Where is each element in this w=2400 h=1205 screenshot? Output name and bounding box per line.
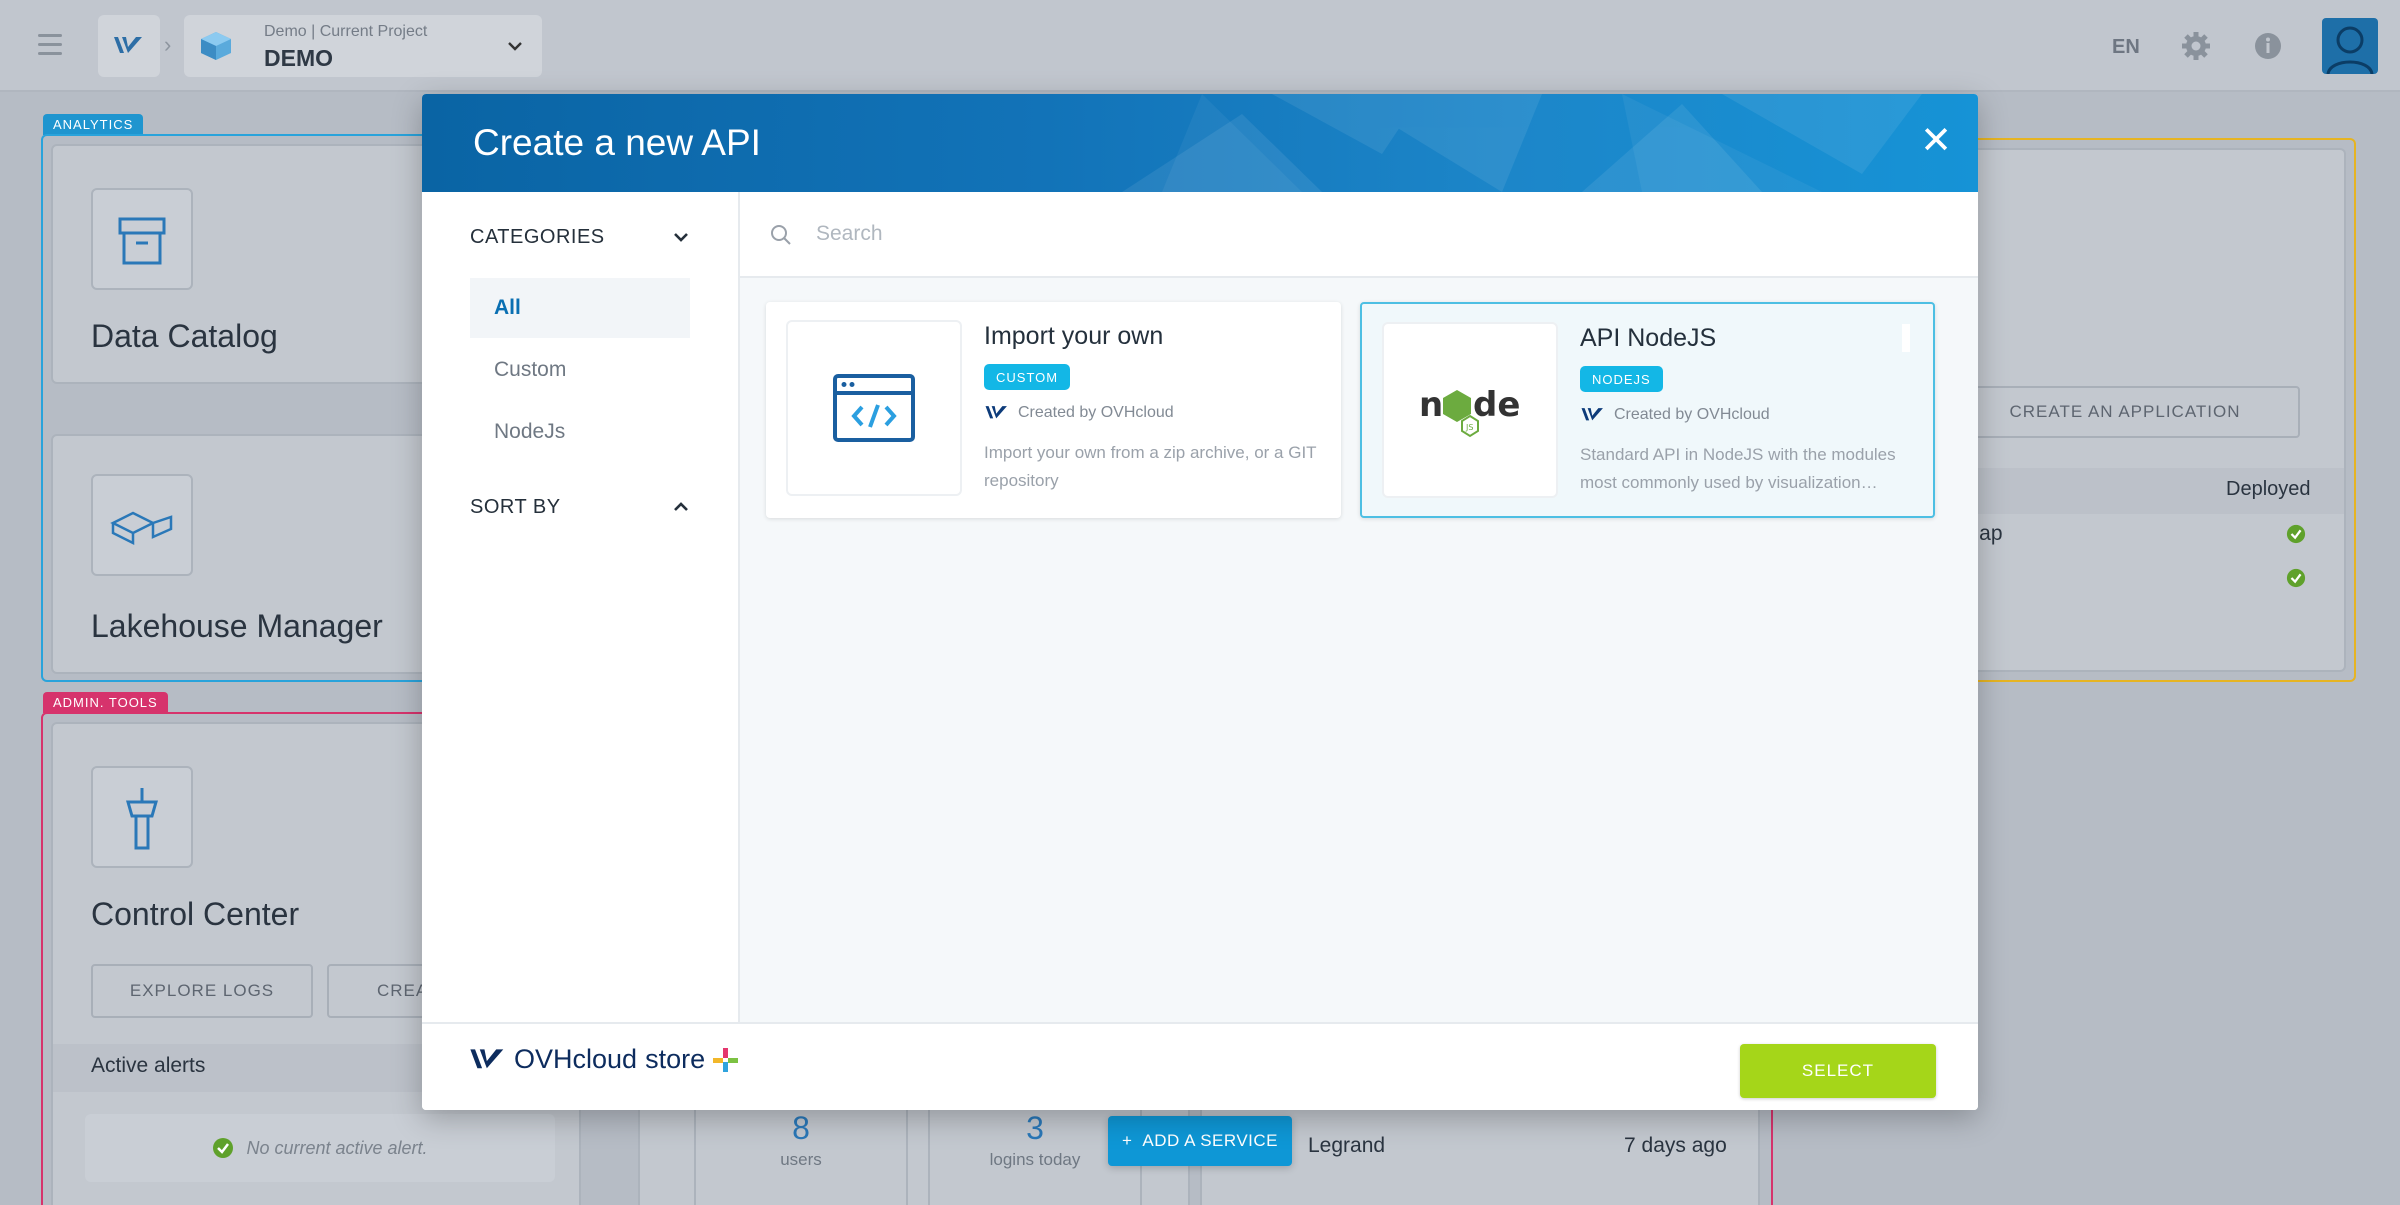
deployed-header: Deployed (2226, 478, 2311, 500)
check-circle-icon (2286, 568, 2306, 588)
card-author: Created by OVHcloud (1580, 406, 1770, 424)
ovh-logo-icon (470, 1048, 504, 1068)
top-bar: › Demo | Current Project DEMO EN (0, 0, 2400, 92)
modal-sidebar: CATEGORIES All Custom NodeJs SORT BY (422, 192, 740, 1022)
category-badge: NODEJS (1580, 366, 1663, 392)
user-icon (2326, 26, 2374, 74)
lakehouse-icon (91, 474, 193, 576)
svg-text:JS: JS (1465, 423, 1473, 432)
card-title: API NodeJS (1580, 324, 1717, 352)
category-custom[interactable]: Custom (470, 340, 690, 400)
search-icon (771, 225, 791, 245)
project-name: DEMO (264, 45, 333, 71)
ovh-logo-button[interactable] (98, 15, 160, 77)
store-word: store (645, 1044, 706, 1074)
ovh-logo-icon (114, 37, 142, 53)
explore-logs-button[interactable]: EXPLORE LOGS (91, 964, 313, 1018)
store-wordmark: OVHcloud store (514, 1044, 705, 1075)
chevron-up-icon[interactable] (672, 498, 690, 516)
applications-card: CREATE AN APPLICATION Deployed t map d (1950, 148, 2346, 672)
category-badge: CUSTOM (984, 364, 1071, 390)
check-circle-icon (2286, 524, 2306, 544)
api-card-import-your-own[interactable]: Import your own CUSTOM Created by OVHclo… (766, 302, 1341, 518)
store-plus-icon (713, 1047, 739, 1072)
svg-text:n: n (1419, 385, 1443, 425)
user-time: 7 days ago (1624, 1134, 1727, 1157)
modal-content: Import your own CUSTOM Created by OVHclo… (740, 192, 1978, 1022)
catalog-icon (91, 188, 193, 290)
api-card-nodejs[interactable]: n de JS API NodeJS NODEJS Created by OVHcl… (1360, 302, 1935, 518)
search-input[interactable] (816, 214, 1916, 254)
no-alert-text: No current active alert. (246, 1137, 428, 1158)
svg-text:de: de (1473, 385, 1520, 425)
create-application-button[interactable]: CREATE AN APPLICATION (1950, 386, 2300, 438)
card-description: Standard API in NodeJS with the modules … (1580, 445, 1896, 492)
ovhcloud-store-logo: OVHcloud store (468, 1044, 739, 1075)
control-tower-icon (91, 766, 193, 868)
check-circle-icon (213, 1138, 234, 1158)
gear-icon[interactable] (2180, 30, 2212, 62)
store-brand: OVHcloud (514, 1044, 638, 1074)
analytics-tag: ANALYTICS (43, 114, 144, 135)
menu-icon[interactable] (38, 34, 62, 56)
breadcrumb-separator-icon: › (164, 32, 172, 57)
users-label: users (780, 1150, 822, 1169)
plus-icon: + (1121, 1131, 1133, 1150)
create-api-modal: Create a new API ✕ CATEGORIES All Custom… (422, 94, 1978, 1110)
nodejs-logo-icon: n de JS (1382, 322, 1558, 498)
info-icon[interactable] (2254, 32, 2282, 60)
data-catalog-title: Data Catalog (91, 318, 278, 354)
cube-icon (201, 32, 231, 60)
language-selector[interactable]: EN (2112, 36, 2140, 59)
card-description: Import your own from a zip archive, or a… (984, 443, 1317, 490)
search-bar (740, 192, 1978, 278)
modal-title: Create a new API (473, 122, 761, 163)
no-alert-box: No current active alert. (85, 1114, 555, 1182)
category-nodejs[interactable]: NodeJs (470, 402, 690, 462)
header-pattern (1122, 94, 1922, 192)
active-alerts-label: Active alerts (91, 1054, 206, 1077)
chevron-down-icon[interactable] (672, 228, 690, 246)
card-author-label: Created by OVHcloud (1614, 406, 1770, 423)
code-window-icon (786, 320, 962, 496)
sort-by-header[interactable]: SORT BY (470, 496, 561, 519)
lakehouse-card[interactable]: Lakehouse Manager (51, 434, 431, 674)
lakehouse-title: Lakehouse Manager (91, 608, 383, 644)
control-center-title: Control Center (91, 896, 300, 932)
modal-footer: OVHcloud store SELECT (422, 1022, 1978, 1110)
project-selector[interactable]: Demo | Current Project DEMO (184, 15, 542, 77)
card-scrollbar[interactable] (1902, 324, 1910, 352)
users-stat: 8 users (694, 1100, 908, 1205)
card-author: Created by OVHcloud (984, 404, 1174, 422)
project-meta: Demo | Current Project (264, 23, 428, 40)
avatar[interactable] (2322, 18, 2378, 74)
close-icon[interactable]: ✕ (1916, 120, 1956, 162)
card-author-label: Created by OVHcloud (1018, 404, 1174, 421)
modal-header: Create a new API ✕ (422, 94, 1978, 192)
card-title: Import your own (984, 322, 1164, 350)
user-name-partial: Legrand (1308, 1134, 1386, 1157)
data-catalog-card[interactable]: Data Catalog (51, 144, 431, 384)
select-button[interactable]: SELECT (1740, 1044, 1936, 1098)
admin-tools-tag: ADMIN. TOOLS (43, 692, 168, 713)
ovh-logo-icon (985, 406, 1007, 419)
chevron-down-icon[interactable] (506, 37, 524, 55)
users-count: 8 (792, 1110, 810, 1146)
add-service-label: ADD A SERVICE (1142, 1131, 1279, 1150)
ovh-logo-icon (1581, 408, 1603, 421)
add-service-button[interactable]: + ADD A SERVICE (1108, 1116, 1292, 1166)
category-all[interactable]: All (470, 278, 690, 338)
categories-header[interactable]: CATEGORIES (470, 226, 605, 249)
